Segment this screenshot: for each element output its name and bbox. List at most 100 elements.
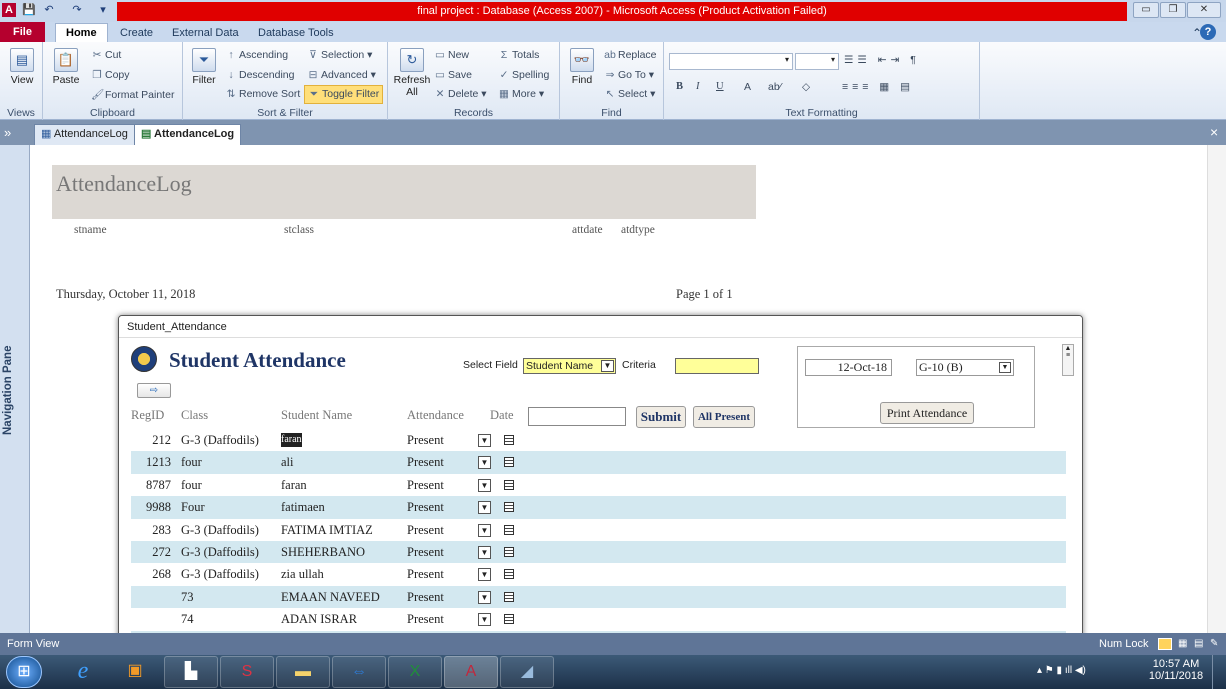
- report-scrollbar[interactable]: [1207, 145, 1226, 633]
- filter-button[interactable]: ⏷ Filter: [187, 48, 221, 86]
- cell-attendance[interactable]: Present: [407, 429, 444, 451]
- list-buttons[interactable]: ☰☰ ⇤⇥ ¶: [844, 54, 920, 66]
- spelling-button[interactable]: ✓ Spelling: [498, 69, 550, 81]
- print-attendance-button[interactable]: Print Attendance: [880, 402, 974, 424]
- ascending-button[interactable]: ↑ Ascending: [225, 49, 288, 61]
- copy-button[interactable]: ❐ Copy: [91, 69, 129, 81]
- fill-color-button[interactable]: ◇: [802, 81, 810, 93]
- chevron-down-icon[interactable]: ▼: [999, 362, 1011, 373]
- close-window-button[interactable]: ✕: [1187, 2, 1221, 18]
- underline-button[interactable]: U: [716, 81, 724, 92]
- access-app-icon[interactable]: A: [2, 3, 16, 17]
- refresh-all-button[interactable]: ↻ Refresh All: [392, 48, 432, 98]
- tray-icons[interactable]: ▴ ⚑ ▮ ıll ◀): [1037, 665, 1086, 676]
- cell-student-name[interactable]: zia ullah: [281, 563, 324, 585]
- cell-attendance[interactable]: Present: [407, 586, 444, 608]
- cell-student-name[interactable]: ADAN ISRAR: [281, 608, 357, 630]
- chevron-down-icon[interactable]: ▼: [601, 360, 614, 372]
- tab-database-tools[interactable]: Database Tools: [250, 24, 342, 42]
- undo-icon[interactable]: ↶: [42, 3, 56, 17]
- attendance-dropdown-icon[interactable]: ▼: [478, 456, 491, 470]
- doc-tab-attendancelog-report[interactable]: ▤ AttendanceLog: [134, 124, 242, 145]
- submit-button[interactable]: Submit: [636, 406, 686, 428]
- toggle-filter-button[interactable]: ⏷ Toggle Filter: [304, 85, 384, 104]
- tab-external-data[interactable]: External Data: [164, 24, 247, 42]
- attendance-dropdown-icon[interactable]: ▼: [478, 568, 491, 582]
- date-filter-input[interactable]: [528, 407, 626, 426]
- tab-file[interactable]: File: [0, 22, 45, 42]
- attendance-dropdown-icon[interactable]: ▼: [478, 523, 491, 537]
- font-name-dropdown[interactable]: ▾: [669, 53, 793, 70]
- table-row[interactable]: 283 G-3 (Daffodils) FATIMA IMTIAZ Present ▼: [131, 518, 1066, 541]
- calendar-icon[interactable]: [504, 457, 514, 468]
- criteria-input[interactable]: [675, 358, 759, 374]
- font-color-button[interactable]: A: [744, 81, 751, 93]
- attendance-dropdown-icon[interactable]: ▼: [478, 501, 491, 515]
- table-row[interactable]: 212 G-3 (Daffodils) faran Present ▼: [131, 429, 1066, 452]
- cell-student-name[interactable]: fatimaen: [281, 496, 325, 518]
- bold-button[interactable]: B: [676, 81, 683, 92]
- close-doc-icon[interactable]: ×: [1210, 124, 1218, 140]
- cell-student-name[interactable]: faran: [281, 433, 302, 447]
- s-app-icon[interactable]: S: [220, 656, 274, 688]
- delete-button[interactable]: ✕ Delete ▾: [434, 88, 487, 100]
- goto-button[interactable]: ⇒ Go To ▾: [604, 69, 654, 81]
- all-present-button[interactable]: All Present: [693, 406, 755, 428]
- table-row[interactable]: 1213 four ali Present ▼: [131, 451, 1066, 474]
- paste-button[interactable]: 📋 Paste: [49, 48, 83, 86]
- save-icon[interactable]: 💾: [22, 3, 36, 17]
- more-button[interactable]: ▦ More ▾: [498, 88, 544, 100]
- layout-view-icon[interactable]: ▤: [1194, 633, 1203, 655]
- excel-icon[interactable]: X: [388, 656, 442, 688]
- nav-pane-expand-icon[interactable]: »: [4, 125, 11, 140]
- attendance-dropdown-icon[interactable]: ▼: [478, 590, 491, 604]
- cell-student-name[interactable]: ali: [281, 451, 294, 473]
- select-button[interactable]: ↖ Select ▾: [604, 88, 656, 100]
- save-record-button[interactable]: ▭ Save: [434, 69, 472, 81]
- attendance-dropdown-icon[interactable]: ▼: [478, 434, 491, 447]
- selection-button[interactable]: ⊽ Selection ▾: [307, 49, 372, 61]
- calendar-icon[interactable]: [504, 591, 514, 602]
- calendar-icon[interactable]: [504, 614, 514, 625]
- cell-attendance[interactable]: Present: [407, 541, 444, 563]
- help-icon[interactable]: ?: [1200, 24, 1216, 40]
- show-desktop-button[interactable]: [1212, 655, 1226, 689]
- table-row[interactable]: 74 ADAN ISRAR Present ▼: [131, 608, 1066, 631]
- customize-toolbar-icon[interactable]: ▾: [96, 3, 110, 17]
- table-row[interactable]: 73 EMAAN NAVEED Present ▼: [131, 585, 1066, 609]
- exit-button[interactable]: ⇨: [137, 383, 171, 398]
- cut-button[interactable]: ✂ Cut: [91, 49, 122, 61]
- teamviewer-icon[interactable]: ⇔: [332, 656, 386, 688]
- design-view-icon[interactable]: ✎: [1210, 633, 1218, 655]
- new-record-button[interactable]: ▭ New: [434, 49, 469, 61]
- calendar-icon[interactable]: [504, 502, 514, 513]
- view-button[interactable]: ▤ View: [6, 48, 38, 86]
- totals-button[interactable]: Σ Totals: [498, 49, 540, 61]
- calendar-icon[interactable]: [504, 547, 514, 557]
- cell-attendance[interactable]: Present: [407, 608, 444, 630]
- cell-student-name[interactable]: faran: [281, 474, 307, 496]
- internet-explorer-icon[interactable]: e: [56, 656, 110, 688]
- media-player-icon[interactable]: ▣: [108, 656, 162, 688]
- datasheet-view-icon[interactable]: ▦: [1178, 633, 1187, 655]
- cell-attendance[interactable]: Present: [407, 496, 444, 518]
- file-explorer-icon[interactable]: ▬: [276, 656, 330, 688]
- navigation-pane[interactable]: Navigation Pane: [0, 145, 30, 633]
- highlight-button[interactable]: ab⁄: [768, 81, 781, 93]
- chart-app-icon[interactable]: ▙: [164, 656, 218, 688]
- calendar-icon[interactable]: [504, 569, 514, 580]
- table-row[interactable]: 272 G-3 (Daffodils) SHEHERBANO Present ▼: [131, 541, 1066, 564]
- calendar-icon[interactable]: [504, 435, 514, 445]
- cell-student-name[interactable]: EMAAN NAVEED: [281, 586, 380, 608]
- form-view-icon[interactable]: [1158, 638, 1172, 650]
- redo-icon[interactable]: ↷: [70, 3, 84, 17]
- class-dropdown[interactable]: G-10 (B) ▼: [916, 359, 1014, 376]
- font-size-dropdown[interactable]: ▾: [795, 53, 839, 70]
- advanced-button[interactable]: ⊟ Advanced ▾: [307, 69, 376, 81]
- minimize-button[interactable]: ▭: [1133, 2, 1159, 18]
- calendar-icon[interactable]: [504, 479, 514, 490]
- select-field-dropdown[interactable]: Student Name ▼: [523, 358, 616, 374]
- attendance-date-input[interactable]: 12-Oct-18: [805, 359, 892, 376]
- cell-attendance[interactable]: Present: [407, 474, 444, 496]
- cell-attendance[interactable]: Present: [407, 563, 444, 585]
